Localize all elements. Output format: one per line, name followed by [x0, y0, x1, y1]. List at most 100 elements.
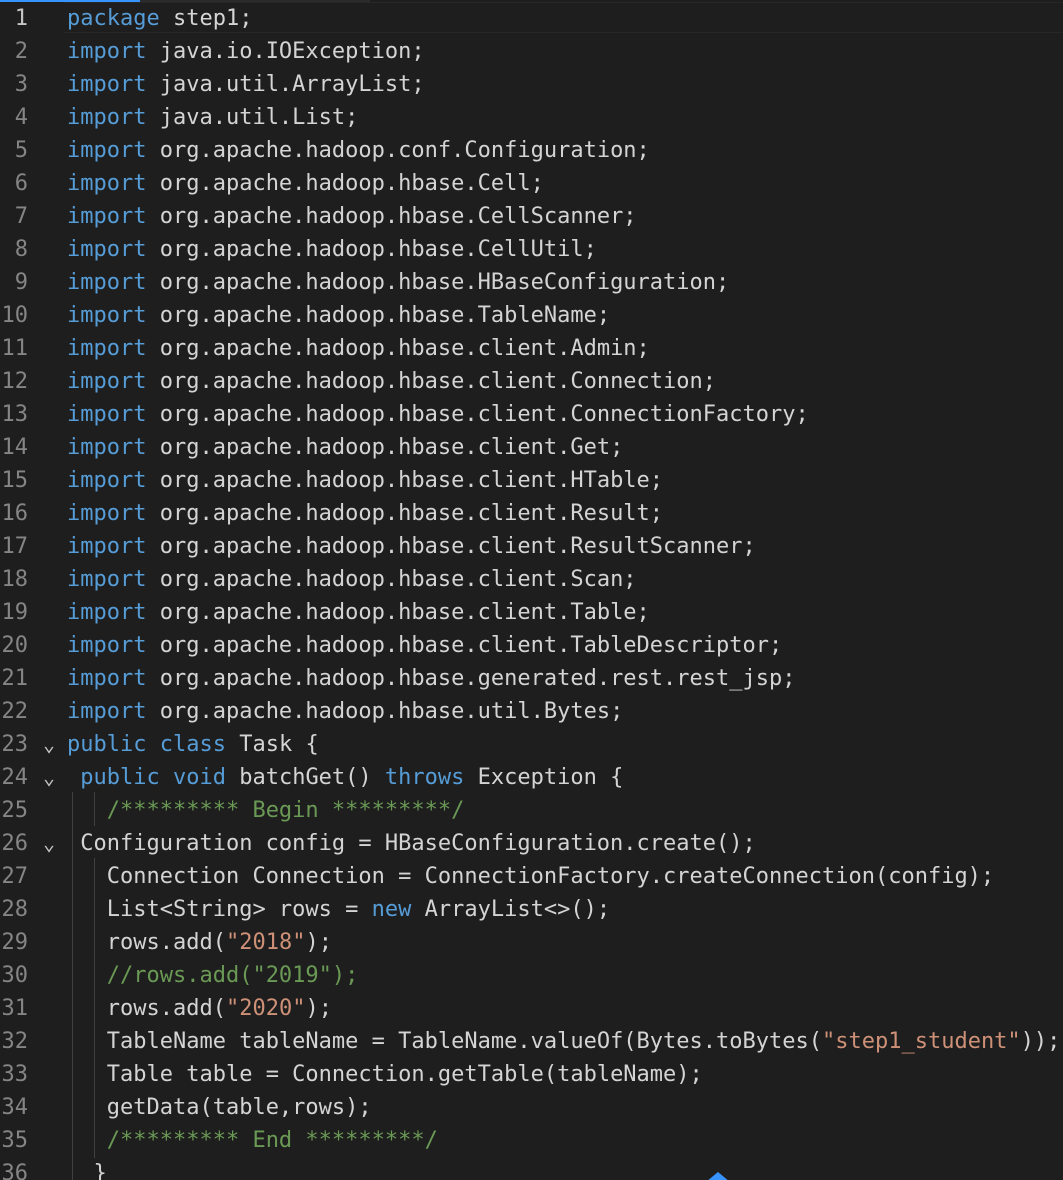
code-line[interactable]: 6 import org.apache.hadoop.hbase.Cell;: [0, 167, 1063, 200]
code-line[interactable]: 26 ⌄ Configuration config = HBaseConfigur…: [0, 827, 1063, 860]
token: ));: [1020, 1029, 1061, 1054]
token: import: [67, 534, 147, 559]
token: org.apache.hadoop.hbase.client.Table;: [146, 600, 650, 625]
token: import: [67, 666, 147, 691]
code-line[interactable]: 14 import org.apache.hadoop.hbase.client.…: [0, 431, 1063, 464]
token: "step1_student": [822, 1029, 1021, 1054]
code-line[interactable]: 12 import org.apache.hadoop.hbase.client.…: [0, 365, 1063, 398]
code-line[interactable]: 10 import org.apache.hadoop.hbase.TableNa…: [0, 299, 1063, 332]
fold-chevron-icon[interactable]: ⌄: [38, 827, 60, 860]
code-text: /********* Begin *********/: [67, 794, 465, 827]
code-text: import org.apache.hadoop.hbase.TableName…: [67, 299, 610, 332]
code-line[interactable]: 33 Table table = Connection.getTable(tab…: [0, 1058, 1063, 1091]
code-line[interactable]: 27 Connection Connection = ConnectionFac…: [0, 860, 1063, 893]
line-number: 10: [1, 303, 29, 328]
code-line[interactable]: 4 import java.util.List;: [0, 101, 1063, 134]
code-line[interactable]: 24 ⌄ public void batchGet() throws Except…: [0, 761, 1063, 794]
token: org.apache.hadoop.hbase.Cell;: [146, 171, 544, 196]
code-line[interactable]: 16 import org.apache.hadoop.hbase.client.…: [0, 497, 1063, 530]
fold-chevron-icon[interactable]: ⌄: [38, 728, 60, 761]
line-number: 16: [1, 501, 29, 526]
code-line[interactable]: 25 /********* Begin *********/: [0, 794, 1063, 827]
indentation: [67, 1161, 94, 1180]
indent-guide: [72, 792, 73, 1180]
code-text: import org.apache.hadoop.hbase.Cell;: [67, 167, 544, 200]
code-line[interactable]: 36 }: [0, 1157, 1063, 1180]
code-line[interactable]: 11 import org.apache.hadoop.hbase.client.…: [0, 332, 1063, 365]
token: import: [67, 435, 147, 460]
code-line[interactable]: 1 package step1;: [0, 2, 1063, 35]
token: import: [67, 138, 147, 163]
line-number: 21: [1, 666, 29, 691]
token: org.apache.hadoop.hbase.CellUtil;: [146, 237, 597, 262]
code-line[interactable]: 20 import org.apache.hadoop.hbase.client.…: [0, 629, 1063, 662]
indentation: [67, 765, 80, 790]
token: TableName tableName = TableName.valueOf(…: [106, 1029, 822, 1054]
code-line[interactable]: 32 TableName tableName = TableName.value…: [0, 1025, 1063, 1058]
code-line[interactable]: 17 import org.apache.hadoop.hbase.client.…: [0, 530, 1063, 563]
token: );: [305, 996, 332, 1021]
token: throws: [384, 765, 465, 790]
line-number: 15: [1, 468, 29, 493]
token: org.apache.hadoop.hbase.client.Get;: [146, 435, 624, 460]
line-number: 31: [1, 996, 29, 1021]
token: java.util.ArrayList;: [146, 72, 425, 97]
line-number: 26: [1, 831, 29, 856]
code-text: public void batchGet() throws Exception …: [67, 761, 623, 794]
code-line[interactable]: 3 import java.util.ArrayList;: [0, 68, 1063, 101]
code-line[interactable]: 34 getData(table,rows);: [0, 1091, 1063, 1124]
token: org.apache.hadoop.hbase.TableName;: [146, 303, 611, 328]
token: /********* Begin *********/: [106, 798, 465, 823]
code-line[interactable]: 15 import org.apache.hadoop.hbase.client.…: [0, 464, 1063, 497]
code-line[interactable]: 18 import org.apache.hadoop.hbase.client.…: [0, 563, 1063, 596]
line-number: 22: [1, 699, 29, 724]
code-line[interactable]: 8 import org.apache.hadoop.hbase.CellUtil…: [0, 233, 1063, 266]
fold-chevron-icon[interactable]: ⌄: [38, 761, 60, 794]
code-line[interactable]: 29 rows.add("2018");: [0, 926, 1063, 959]
scroll-indicator-icon: [706, 1172, 730, 1180]
line-number: 18: [1, 567, 29, 592]
token: org.apache.hadoop.hbase.client.Result;: [146, 501, 664, 526]
token: Connection Connection = ConnectionFactor…: [106, 864, 995, 889]
code-text: Table table = Connection.getTable(tableN…: [67, 1058, 703, 1091]
code-line[interactable]: 28 List<String> rows = new ArrayList<>()…: [0, 893, 1063, 926]
line-number: 7: [14, 204, 28, 229]
code-text: import org.apache.hadoop.hbase.client.Co…: [67, 365, 716, 398]
code-line[interactable]: 13 import org.apache.hadoop.hbase.client.…: [0, 398, 1063, 431]
code-text: List<String> rows = new ArrayList<>();: [67, 893, 610, 926]
line-number: 28: [1, 897, 29, 922]
code-line[interactable]: 31 rows.add("2020");: [0, 992, 1063, 1025]
token: java.util.List;: [146, 105, 359, 130]
code-line[interactable]: 7 import org.apache.hadoop.hbase.CellScan…: [0, 200, 1063, 233]
code-line[interactable]: 19 import org.apache.hadoop.hbase.client.…: [0, 596, 1063, 629]
code-line[interactable]: 2 import java.io.IOException;: [0, 35, 1063, 68]
line-number: 11: [1, 336, 29, 361]
code-line[interactable]: 22 import org.apache.hadoop.hbase.util.By…: [0, 695, 1063, 728]
token: List<String> rows =: [106, 897, 372, 922]
line-number: 32: [1, 1029, 29, 1054]
line-number: 1: [14, 6, 28, 31]
code-line[interactable]: 35 /********* End *********/: [0, 1124, 1063, 1157]
token: class: [159, 732, 226, 757]
code-text: import org.apache.hadoop.hbase.HBaseConf…: [67, 266, 729, 299]
token: Exception {: [464, 765, 624, 790]
token: rows.add(: [106, 996, 226, 1021]
code-line[interactable]: 5 import org.apache.hadoop.conf.Configura…: [0, 134, 1063, 167]
line-number: 19: [1, 600, 29, 625]
indentation: [67, 831, 80, 856]
line-number: 3: [14, 72, 28, 97]
token: //rows.add("2019");: [106, 963, 359, 988]
token: getData(table,rows);: [106, 1095, 372, 1120]
line-number: 13: [1, 402, 29, 427]
code-text: import org.apache.hadoop.hbase.client.Sc…: [67, 563, 637, 596]
code-line[interactable]: 9 import org.apache.hadoop.hbase.HBaseCon…: [0, 266, 1063, 299]
code-line[interactable]: 21 import org.apache.hadoop.hbase.generat…: [0, 662, 1063, 695]
code-line[interactable]: 23 ⌄ public class Task {: [0, 728, 1063, 761]
token: import: [67, 600, 147, 625]
indent-guide: [94, 858, 95, 1158]
token: import: [67, 171, 147, 196]
code-editor[interactable]: 1 package step1; 2 import java.io.IOExcepti…: [0, 0, 1063, 1180]
code-line[interactable]: 30 //rows.add("2019");: [0, 959, 1063, 992]
token: import: [67, 270, 147, 295]
